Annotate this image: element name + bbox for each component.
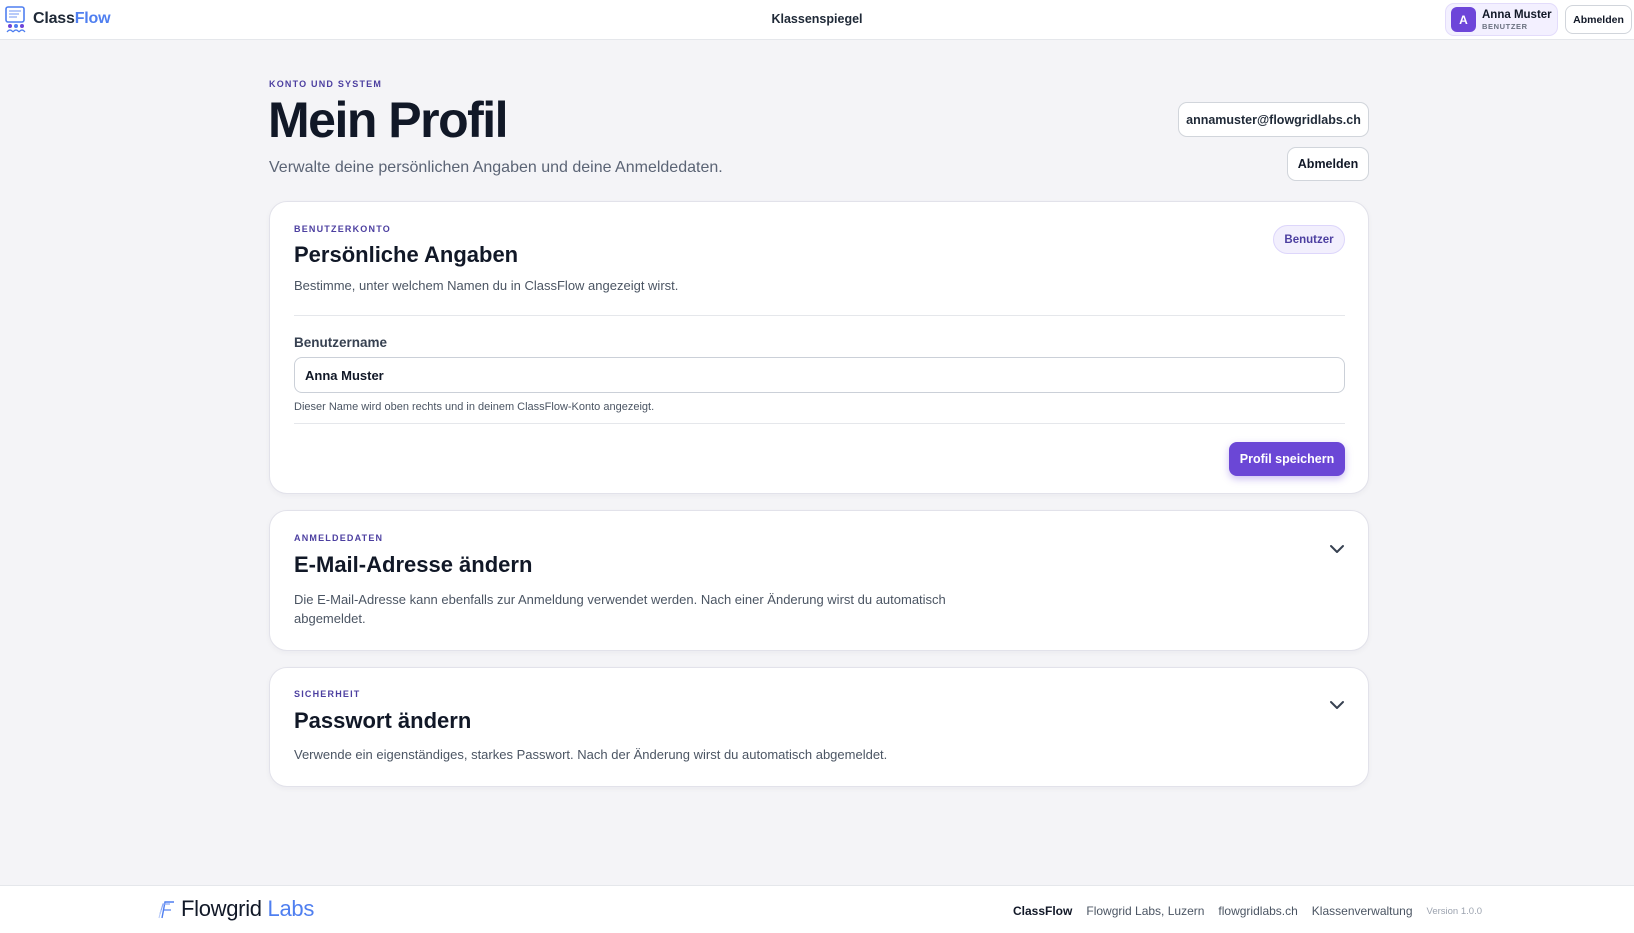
chevron-down-icon[interactable] xyxy=(1327,695,1347,715)
page-title: Mein Profil xyxy=(268,92,509,148)
footer-link-classflow[interactable]: ClassFlow xyxy=(1013,904,1072,918)
password-card-title: Passwort ändern xyxy=(294,708,472,733)
classflow-logo-icon xyxy=(5,6,26,33)
nav-center: Klassenspiegel xyxy=(0,12,1634,26)
profile-card-title: Persönliche Angaben xyxy=(294,242,519,267)
profile-card-eyebrow: BENUTZERKONTO xyxy=(294,224,391,234)
profile-card: BENUTZERKONTO Persönliche Angaben Bestim… xyxy=(269,201,1369,494)
username-help: Dieser Name wird oben rechts und in dein… xyxy=(294,401,655,413)
divider xyxy=(294,315,1345,316)
save-profile-button[interactable]: Profil speichern xyxy=(1229,442,1345,476)
username-input[interactable] xyxy=(294,357,1345,393)
username-label: Benutzername xyxy=(294,335,388,350)
email-card-description-line: abgemeldet. xyxy=(294,611,366,626)
user-info: Anna Muster BENUTZER xyxy=(1482,9,1552,31)
divider xyxy=(294,423,1345,424)
logout-button[interactable]: Abmelden xyxy=(1287,147,1369,181)
password-card-description: Verwende ein eigenständiges, starkes Pas… xyxy=(294,747,888,762)
user-menu[interactable]: A Anna Muster BENUTZER xyxy=(1445,3,1558,36)
avatar: A xyxy=(1451,7,1476,32)
page-subtitle: Verwalte deine persönlichen Angaben und … xyxy=(269,159,723,176)
top-bar: ClassFlow Klassenspiegel A Anna Muster B… xyxy=(0,0,1634,40)
version-label: Version 1.0.0 xyxy=(1426,905,1482,917)
user-role: BENUTZER xyxy=(1482,21,1528,31)
brand-logo[interactable]: ClassFlow xyxy=(4,5,111,33)
brand-name: ClassFlow xyxy=(33,10,111,27)
footer-brand-name: Flowgrid Labs xyxy=(181,896,315,921)
email-card-description-line: Die E-Mail-Adresse kann ebenfalls zur An… xyxy=(294,592,946,607)
page-eyebrow: KONTO UND SYSTEM xyxy=(269,79,383,89)
email-card-eyebrow: ANMELDEDATEN xyxy=(294,533,384,543)
password-card[interactable]: SICHERHEIT Passwort ändern Verwende ein … xyxy=(269,667,1369,787)
footer-links: ClassFlow Flowgrid Labs, Luzern flowgrid… xyxy=(1013,904,1482,918)
password-card-eyebrow: SICHERHEIT xyxy=(294,689,361,699)
chevron-down-icon[interactable] xyxy=(1327,539,1347,559)
email-card-title: E-Mail-Adresse ändern xyxy=(294,552,533,577)
footer-link-klassenverwaltung[interactable]: Klassenverwaltung xyxy=(1312,904,1413,918)
email-card-description: Die E-Mail-Adresse kann ebenfalls zur An… xyxy=(294,590,946,628)
footer-brand[interactable]: Flowgrid Labs xyxy=(158,896,314,922)
header-logout-button[interactable]: Abmelden xyxy=(1565,5,1632,34)
profile-card-description: Bestimme, unter welchem Namen du in Clas… xyxy=(294,278,679,293)
flowgrid-logo-icon xyxy=(158,901,174,919)
footer: Flowgrid Labs ClassFlow Flowgrid Labs, L… xyxy=(0,885,1634,933)
account-email: annamuster@flowgridlabs.ch xyxy=(1178,102,1369,137)
user-name: Anna Muster xyxy=(1482,8,1552,21)
role-badge: Benutzer xyxy=(1273,225,1345,254)
email-card[interactable]: ANMELDEDATEN E-Mail-Adresse ändern Die E… xyxy=(269,510,1369,651)
footer-link-website[interactable]: flowgridlabs.ch xyxy=(1218,904,1297,918)
footer-link-location[interactable]: Flowgrid Labs, Luzern xyxy=(1086,904,1204,918)
nav-link-klassenspiegel[interactable]: Klassenspiegel xyxy=(771,12,862,26)
